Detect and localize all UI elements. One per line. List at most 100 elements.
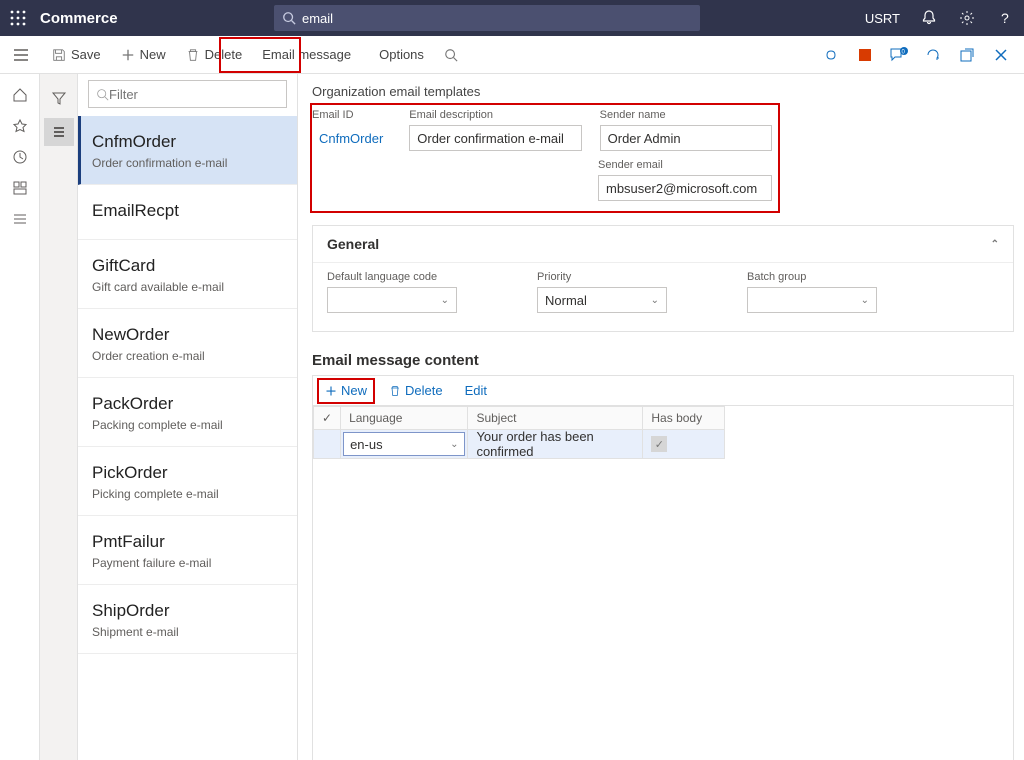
search-icon xyxy=(96,88,109,101)
list-filter[interactable] xyxy=(88,80,287,108)
delete-button[interactable]: Delete xyxy=(176,36,253,73)
global-search[interactable] xyxy=(274,5,700,31)
chevron-down-icon: ⌄ xyxy=(651,295,659,306)
brand-title: Commerce xyxy=(36,10,118,27)
email-id-value[interactable]: CnfmOrder xyxy=(312,125,391,151)
svg-text:?: ? xyxy=(1001,10,1009,26)
table-row[interactable]: en-us⌄ Your order has been confirmed ✓ xyxy=(314,430,725,459)
chevron-up-icon[interactable]: ⌃ xyxy=(991,239,999,250)
save-icon xyxy=(52,48,66,62)
trash-icon xyxy=(389,385,401,397)
list-item-sub: Payment failure e-mail xyxy=(92,556,283,570)
list-item-title: PmtFailur xyxy=(92,532,283,552)
topbar: Commerce USRT ? xyxy=(0,0,1024,36)
recent-icon[interactable] xyxy=(10,147,30,167)
list-item[interactable]: PmtFailur Payment failure e-mail xyxy=(78,516,297,585)
list-item[interactable]: PickOrder Picking complete e-mail xyxy=(78,447,297,516)
sender-name-input[interactable]: Order Admin xyxy=(600,125,772,151)
sender-email-label: Sender email xyxy=(598,159,772,171)
sender-name-label: Sender name xyxy=(600,109,772,121)
modules-icon[interactable] xyxy=(10,209,30,229)
col-subject[interactable]: Subject xyxy=(468,407,643,430)
col-language[interactable]: Language xyxy=(341,407,468,430)
list-item[interactable]: EmailRecpt xyxy=(78,185,297,240)
close-icon[interactable] xyxy=(984,36,1018,74)
new-label: New xyxy=(140,47,166,62)
list-item-sub: Packing complete e-mail xyxy=(92,418,283,432)
chevron-down-icon: ⌄ xyxy=(441,295,449,306)
col-hasbody[interactable]: Has body xyxy=(643,407,725,430)
settings-icon[interactable] xyxy=(948,0,986,36)
help-icon[interactable]: ? xyxy=(986,0,1024,36)
search-icon xyxy=(282,11,296,25)
list-item-title: CnfmOrder xyxy=(92,132,283,152)
batch-label: Batch group xyxy=(747,271,877,283)
batch-select[interactable]: ⌄ xyxy=(747,287,877,313)
list-view-icon[interactable] xyxy=(44,118,74,146)
list-item[interactable]: PackOrder Packing complete e-mail xyxy=(78,378,297,447)
priority-select[interactable]: Normal⌄ xyxy=(537,287,667,313)
list-item-sub: Shipment e-mail xyxy=(92,625,283,639)
plus-icon xyxy=(325,385,337,397)
list-item[interactable]: CnfmOrder Order confirmation e-mail xyxy=(78,116,297,185)
workspaces-icon[interactable] xyxy=(10,178,30,198)
grid-new-button[interactable]: New xyxy=(319,380,373,401)
list-filter-input[interactable] xyxy=(109,87,285,102)
list-item-sub: Gift card available e-mail xyxy=(92,280,283,294)
check-icon[interactable]: ✓ xyxy=(322,411,332,425)
popout-icon[interactable] xyxy=(950,36,984,74)
list-item[interactable]: ShipOrder Shipment e-mail xyxy=(78,585,297,654)
actionbar-search-icon[interactable] xyxy=(434,36,468,73)
page-title: Organization email templates xyxy=(312,84,1014,99)
email-desc-input[interactable]: Order confirmation e-mail xyxy=(409,125,581,151)
list-item-title: EmailRecpt xyxy=(92,201,283,221)
grid-delete-label: Delete xyxy=(405,383,443,398)
list-item-sub: Order creation e-mail xyxy=(92,349,283,363)
search-input[interactable] xyxy=(302,11,692,26)
filter-icon[interactable] xyxy=(44,84,74,112)
grid-edit-label: Edit xyxy=(465,383,487,398)
grid-delete-button[interactable]: Delete xyxy=(383,380,449,401)
list-item-title: NewOrder xyxy=(92,325,283,345)
email-message-label: Email message xyxy=(262,47,351,62)
default-lang-select[interactable]: ⌄ xyxy=(327,287,457,313)
priority-label: Priority xyxy=(537,271,667,283)
email-message-button[interactable]: Email message xyxy=(252,36,361,73)
save-button[interactable]: Save xyxy=(42,36,111,73)
content-section-title: Email message content xyxy=(312,352,1014,369)
grid-edit-button[interactable]: Edit xyxy=(459,380,493,401)
content-grid: New Delete Edit ✓ Language Subject Has b… xyxy=(312,375,1014,760)
list-item-title: PackOrder xyxy=(92,394,283,414)
app-launcher-icon[interactable] xyxy=(0,0,36,36)
list-item-title: ShipOrder xyxy=(92,601,283,621)
language-select[interactable]: en-us⌄ xyxy=(343,432,465,456)
hasbody-checkbox[interactable]: ✓ xyxy=(651,436,667,452)
options-label: Options xyxy=(379,47,424,62)
filter-rail xyxy=(40,74,78,760)
action-bar: Save New Delete Email message Options 0 xyxy=(0,36,1024,74)
email-desc-label: Email description xyxy=(409,109,581,121)
general-title: General xyxy=(327,236,379,252)
plus-icon xyxy=(121,48,135,62)
notifications-icon[interactable] xyxy=(910,0,948,36)
list-item-title: PickOrder xyxy=(92,463,283,483)
new-button[interactable]: New xyxy=(111,36,176,73)
subject-cell[interactable]: Your order has been confirmed xyxy=(468,430,642,458)
list-item-title: GiftCard xyxy=(92,256,283,276)
refresh-icon[interactable] xyxy=(916,36,950,74)
delete-label: Delete xyxy=(205,47,243,62)
favorites-icon[interactable] xyxy=(10,116,30,136)
attach-icon[interactable] xyxy=(814,36,848,74)
chevron-down-icon: ⌄ xyxy=(861,295,869,306)
messages-icon[interactable]: 0 xyxy=(882,36,916,74)
office-icon[interactable] xyxy=(848,36,882,74)
list-item[interactable]: NewOrder Order creation e-mail xyxy=(78,309,297,378)
list-item[interactable]: GiftCard Gift card available e-mail xyxy=(78,240,297,309)
default-lang-label: Default language code xyxy=(327,271,457,283)
chevron-down-icon: ⌄ xyxy=(450,439,458,450)
sender-email-input[interactable]: mbsuser2@microsoft.com xyxy=(598,175,772,201)
list-item-sub: Order confirmation e-mail xyxy=(92,156,283,170)
options-button[interactable]: Options xyxy=(369,36,434,73)
company-code[interactable]: USRT xyxy=(855,11,910,26)
home-icon[interactable] xyxy=(10,85,30,105)
